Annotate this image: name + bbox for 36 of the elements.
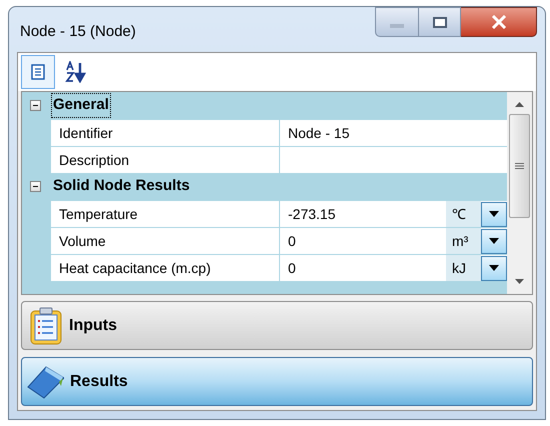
book-icon — [26, 364, 64, 398]
property-value[interactable]: 0 — [280, 230, 446, 252]
unit-label: kJ — [446, 255, 481, 281]
property-value[interactable]: 0 — [280, 258, 446, 278]
inputs-tab[interactable]: Inputs — [21, 301, 533, 350]
property-name: Description — [51, 147, 280, 173]
unit-dropdown[interactable] — [481, 256, 507, 280]
unit-dropdown[interactable] — [481, 228, 507, 254]
category-header[interactable]: General — [51, 93, 111, 118]
unit-label: ℃ — [446, 201, 481, 227]
sort-icon — [65, 61, 87, 83]
scroll-thumb[interactable] — [509, 114, 530, 218]
property-value[interactable]: Node - 15 — [280, 122, 507, 144]
unit-label: m³ — [446, 228, 481, 254]
window-title: Node - 15 (Node) — [20, 22, 136, 42]
property-value[interactable]: -273.15 — [280, 204, 446, 224]
caret-icon — [489, 211, 499, 217]
close-button[interactable] — [461, 7, 537, 37]
scrollbar[interactable] — [507, 92, 532, 294]
maximize-icon — [432, 16, 446, 28]
categorized-button[interactable] — [21, 55, 55, 89]
scroll-up-icon — [515, 102, 524, 107]
scroll-down-icon — [515, 279, 524, 284]
caret-icon — [489, 265, 499, 271]
close-icon — [490, 15, 506, 29]
collapse-toggle[interactable] — [30, 100, 41, 111]
unit-dropdown[interactable] — [481, 202, 507, 226]
property-name: Heat capacitance (m.cp) — [51, 255, 280, 281]
clipboard-icon — [29, 306, 63, 344]
maximize-button[interactable] — [419, 7, 461, 37]
collapse-toggle[interactable] — [30, 181, 41, 192]
list-icon — [31, 64, 45, 80]
caret-icon — [489, 238, 499, 244]
results-tab[interactable]: Results — [21, 357, 533, 406]
category-header[interactable]: Solid Node Results — [51, 175, 192, 198]
grip-icon — [515, 163, 524, 169]
